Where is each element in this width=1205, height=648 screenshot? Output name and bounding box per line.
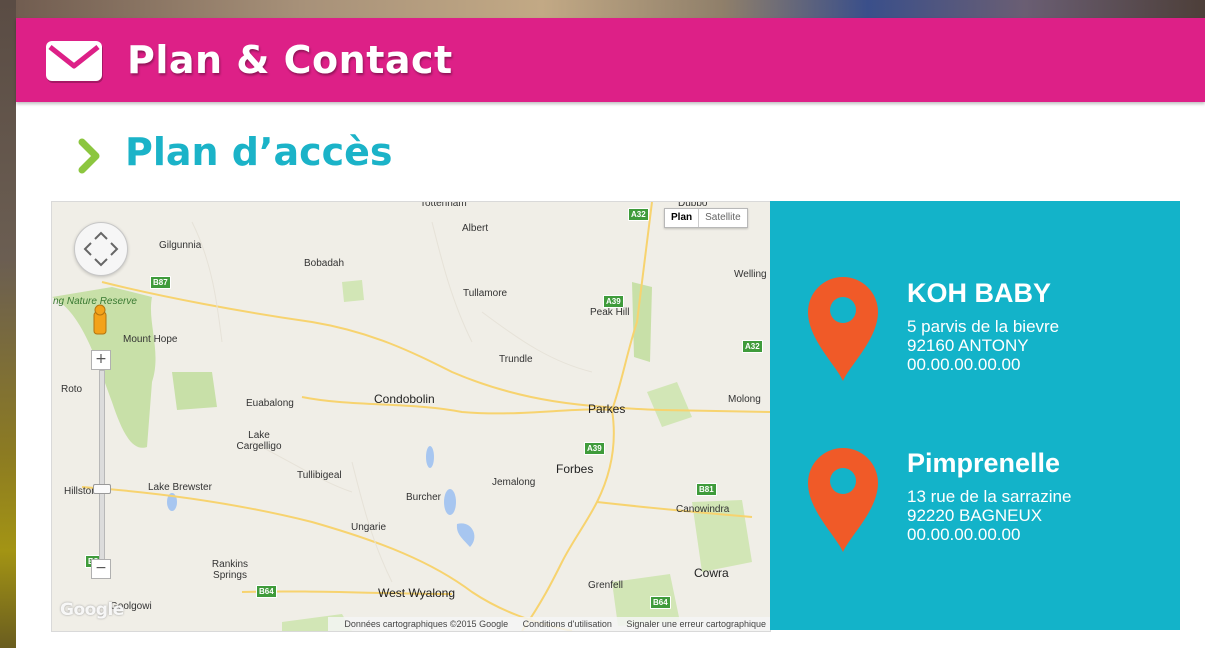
- map-label: Molong: [728, 394, 761, 405]
- street-view-pegman-icon[interactable]: [92, 302, 108, 336]
- store-name: KOH BABY: [907, 278, 1052, 308]
- map-label: Tullamore: [463, 288, 508, 299]
- map-label: Bobadah: [304, 258, 345, 269]
- zoom-out-button[interactable]: −: [91, 559, 111, 579]
- map-label: Lake Brewster: [148, 482, 212, 493]
- map-label: Canowindra: [676, 504, 730, 515]
- road-shield: B64: [650, 596, 671, 609]
- background-photo-left: [0, 0, 16, 648]
- store-address: 5 parvis de la bievre: [907, 317, 1060, 336]
- map-label: Lake Cargelligo: [236, 430, 282, 452]
- map-label: Grenfell: [588, 580, 624, 591]
- map-label: Jemalong: [492, 477, 536, 488]
- map-pin-icon: [808, 277, 878, 381]
- map-label: Rankins Springs: [211, 559, 249, 581]
- zoom-in-button[interactable]: +: [91, 350, 111, 370]
- map-label: Welling: [734, 269, 767, 280]
- map-label: Gilgunnia: [159, 240, 202, 251]
- pan-control[interactable]: [74, 222, 128, 276]
- store-city: 92220 BAGNEUX: [907, 506, 1043, 525]
- section-title: Plan d’accès: [125, 130, 393, 174]
- map-type-satellite-button[interactable]: Satellite: [699, 209, 747, 227]
- map-label: Mount Hope: [123, 334, 178, 345]
- store-city: 92160 ANTONY: [907, 336, 1029, 355]
- map-label: Trundle: [499, 354, 533, 365]
- map-type-control: Plan Satellite: [664, 208, 748, 228]
- map-pin-icon: [808, 448, 878, 552]
- pan-arrows-icon: [83, 231, 119, 267]
- terms-of-use-link[interactable]: Conditions d'utilisation: [523, 619, 612, 629]
- chevron-right-icon: [78, 138, 100, 174]
- zoom-slider-handle[interactable]: [93, 484, 111, 494]
- map-label: Hillston: [64, 486, 97, 497]
- map-label: Tottenham: [420, 201, 467, 209]
- road-shield: B64: [256, 585, 277, 598]
- map-label: Peak Hill: [590, 307, 630, 318]
- store-address: 13 rue de la sarrazine: [907, 487, 1072, 506]
- map-label: Tullibigeal: [297, 470, 342, 481]
- road-shield: A39: [603, 295, 624, 308]
- envelope-icon: [46, 41, 103, 83]
- map-label: Albert: [462, 223, 489, 234]
- map-label: Forbes: [556, 462, 594, 476]
- map-view[interactable]: Tottenham Dubbo Albert Gilgunnia Bobadah…: [51, 201, 771, 632]
- map-base: [52, 202, 770, 631]
- map-label: Euabalong: [246, 398, 294, 409]
- store-phone: 00.00.00.00.00: [907, 525, 1021, 544]
- map-attribution: Données cartographiques ©2015 Google Con…: [328, 617, 770, 631]
- map-label: West Wyalong: [378, 586, 456, 600]
- road-shield: B87: [150, 276, 171, 289]
- map-label: Condobolin: [374, 392, 435, 406]
- page-title: Plan & Contact: [127, 38, 453, 82]
- report-error-link[interactable]: Signaler une erreur cartographique: [626, 619, 766, 629]
- contact-panel: KOH BABY 5 parvis de la bievre 92160 ANT…: [770, 201, 1180, 630]
- map-label: Parkes: [588, 402, 626, 416]
- map-label: Ungarie: [351, 522, 387, 533]
- map-label: Burcher: [406, 492, 442, 503]
- store-phone: 00.00.00.00.00: [907, 355, 1021, 374]
- map-label: Cowra: [694, 566, 729, 580]
- map-data-credit: Données cartographiques ©2015 Google: [344, 619, 509, 629]
- zoom-slider-track[interactable]: [99, 370, 105, 576]
- road-shield: A39: [584, 442, 605, 455]
- road-shield: A32: [742, 340, 763, 353]
- road-shield: B81: [696, 483, 717, 496]
- road-shield: A32: [628, 208, 649, 221]
- google-logo[interactable]: Google: [60, 600, 124, 620]
- store-name: Pimprenelle: [907, 448, 1061, 478]
- map-type-plan-button[interactable]: Plan: [665, 209, 700, 227]
- page-header: Plan & Contact: [16, 18, 1205, 102]
- map-label: Roto: [61, 384, 83, 395]
